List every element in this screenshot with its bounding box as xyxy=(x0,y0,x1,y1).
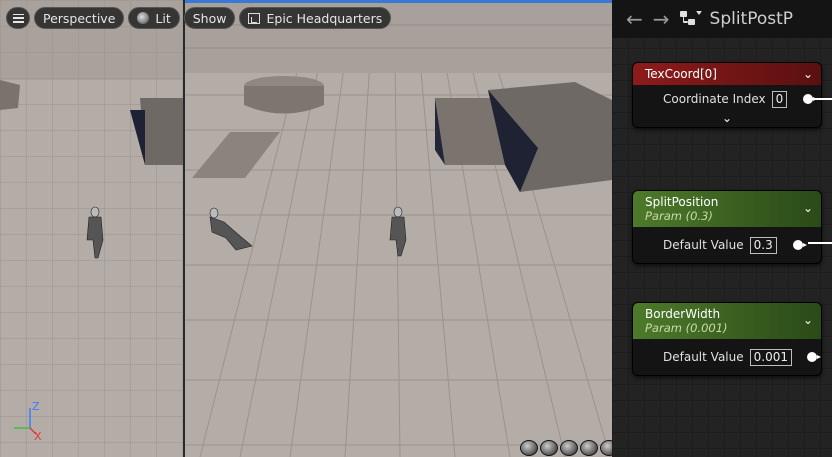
scene-render xyxy=(0,0,612,457)
pin-label: Default Value xyxy=(663,350,744,364)
split-position-node[interactable]: SplitPosition Param (0.3) ⌄ Default Valu… xyxy=(632,190,822,264)
hierarchy-icon[interactable] xyxy=(679,11,702,27)
viewport-toolbar: Perspective Lit Show Epic Headquarters xyxy=(6,6,392,30)
arrow-right-icon[interactable]: → xyxy=(653,7,670,31)
hamburger-icon xyxy=(12,13,24,23)
texcoord-node[interactable]: TexCoord[0] ⌄ Coordinate Index 0 ⌄ xyxy=(632,62,822,128)
breadcrumb-title[interactable]: SplitPostP xyxy=(710,9,794,29)
material-graph-panel[interactable]: ← → SplitPostP TexCoord[0] ⌄ Coordinate … xyxy=(612,0,832,457)
node-header: SplitPosition Param (0.3) ⌄ xyxy=(633,191,821,227)
pin-value-field[interactable]: 0.3 xyxy=(749,236,777,254)
shape-plane-icon[interactable] xyxy=(560,440,578,456)
output-pin-icon[interactable] xyxy=(793,240,807,250)
lit-label: Lit xyxy=(155,10,171,26)
output-pin-icon[interactable] xyxy=(807,352,821,362)
node-pin-row: Default Value 0.001 xyxy=(633,339,821,375)
show-button[interactable]: Show xyxy=(183,7,236,29)
axis-x-label: X xyxy=(34,430,42,442)
viewport-split-divider xyxy=(183,0,185,457)
arrow-left-icon[interactable]: ← xyxy=(626,7,643,31)
editor-window: Perspective Lit Show Epic Headquarters Z… xyxy=(0,0,832,457)
show-label: Show xyxy=(192,10,227,26)
shape-sphere-icon[interactable] xyxy=(540,440,558,456)
graph-toolbar: ← → SplitPostP xyxy=(612,0,832,38)
collapse-chevron-icon[interactable]: ⌄ xyxy=(803,313,813,327)
node-title: TexCoord[0] xyxy=(645,67,717,81)
axis-gizmo-icon: Z X xyxy=(14,400,42,442)
node-subtitle: Param (0.3) xyxy=(645,209,713,223)
node-subtitle: Param (0.001) xyxy=(645,321,728,335)
connection-wire xyxy=(808,242,832,244)
perspective-label: Perspective xyxy=(43,10,116,26)
pin-value-field[interactable]: 0.001 xyxy=(749,348,792,366)
view-mode-button[interactable]: Lit xyxy=(128,7,180,29)
pin-label: Coordinate Index xyxy=(663,92,766,106)
active-viewport-highlight xyxy=(185,0,612,3)
pin-value-field[interactable]: 0 xyxy=(771,90,788,108)
expand-chevron-icon[interactable]: ⌄ xyxy=(633,112,821,127)
connection-wire xyxy=(810,98,832,100)
level-label: Epic Headquarters xyxy=(266,10,383,26)
node-title: SplitPosition xyxy=(645,195,719,209)
shape-cylinder-icon[interactable] xyxy=(520,440,538,456)
level-button[interactable]: Epic Headquarters xyxy=(239,7,392,29)
pin-label: Default Value xyxy=(663,238,744,252)
node-pin-row: Coordinate Index 0 xyxy=(633,85,821,113)
level-map-icon xyxy=(248,12,261,24)
perspective-button[interactable]: Perspective xyxy=(34,7,125,29)
lit-sphere-icon xyxy=(137,12,150,24)
node-header: BorderWidth Param (0.001) ⌄ xyxy=(633,303,821,339)
shape-cube-icon[interactable] xyxy=(580,440,598,456)
node-pin-row: Default Value 0.3 xyxy=(633,227,821,263)
collapse-chevron-icon[interactable]: ⌄ xyxy=(803,201,813,215)
node-title: BorderWidth xyxy=(645,307,721,321)
collapse-chevron-icon[interactable]: ⌄ xyxy=(803,67,813,81)
border-width-node[interactable]: BorderWidth Param (0.001) ⌄ Default Valu… xyxy=(632,302,822,376)
level-viewport[interactable]: Perspective Lit Show Epic Headquarters Z… xyxy=(0,0,612,457)
shape-teapot-icon[interactable] xyxy=(600,440,612,456)
preview-shapes-bar xyxy=(520,440,612,456)
node-header: TexCoord[0] ⌄ xyxy=(633,63,821,85)
axis-z-label: Z xyxy=(32,400,40,413)
viewport-menu-button[interactable] xyxy=(6,7,30,29)
